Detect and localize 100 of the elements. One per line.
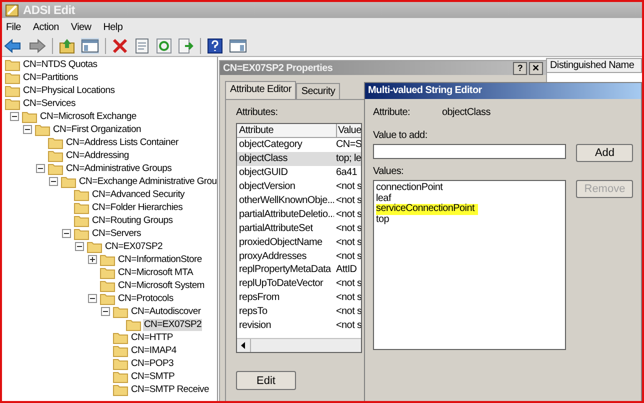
attribute-name: objectClass <box>238 153 288 164</box>
expand-toggle[interactable] <box>88 294 100 303</box>
expand-toggle[interactable] <box>88 255 100 264</box>
attribute-value: 6a41 <box>335 167 358 178</box>
attribute-row[interactable]: replPropertyMetaData AttID <box>237 263 361 277</box>
tree-item[interactable]: CN=Physical Locations <box>22 84 116 96</box>
tab[interactable]: Security <box>296 83 340 99</box>
tree-item[interactable]: CN=IMAP4 <box>130 344 178 356</box>
action-pane-icon[interactable] <box>229 38 247 54</box>
expand-toggle[interactable] <box>23 125 35 134</box>
value-to-add-label: Value to add: <box>373 130 428 141</box>
close-button[interactable]: ✕ <box>529 62 543 74</box>
attribute-row[interactable]: repsFrom <not s <box>237 290 361 305</box>
attribute-name: replPropertyMetaData <box>238 264 332 276</box>
attribute-name: objectGUID <box>238 167 289 178</box>
tree-item[interactable]: CN=SMTP Receive <box>130 384 210 396</box>
folder-icon <box>113 332 128 344</box>
attribute-name: revision <box>238 320 272 332</box>
folder-up-icon[interactable] <box>59 38 75 54</box>
folder-icon <box>74 228 89 240</box>
folder-icon <box>100 292 115 304</box>
value-item[interactable]: connectionPoint <box>376 183 447 194</box>
edit-button[interactable]: Edit <box>236 371 296 390</box>
folder-icon <box>74 202 89 214</box>
tree-item[interactable]: CN=Microsoft Exchange <box>39 110 138 122</box>
tab[interactable]: Attribute Editor <box>225 81 296 99</box>
export-list-icon[interactable] <box>178 38 194 54</box>
help-icon[interactable] <box>207 38 223 54</box>
menu-item[interactable]: File <box>6 22 21 32</box>
attribute-value: <not s <box>335 236 361 248</box>
attribute-value: <not s <box>335 250 361 262</box>
tree-item[interactable]: CN=Autodiscover <box>130 306 202 318</box>
tree-item[interactable]: CN=Folder Hierarchies <box>91 202 184 214</box>
attribute-row[interactable]: partialAttributeDeletio...<not s <box>237 207 361 222</box>
refresh-icon[interactable] <box>156 38 172 54</box>
tree-item[interactable]: CN=Microsoft MTA <box>117 266 194 278</box>
attribute-row[interactable]: objectClass top; le <box>237 152 361 166</box>
tree-item[interactable]: CN=Services <box>22 98 76 110</box>
add-button[interactable]: Add <box>576 144 633 162</box>
attribute-value: <not s <box>335 292 361 304</box>
attribute-row[interactable]: otherWellKnownObje...<not s <box>237 194 361 208</box>
attribute-row[interactable]: replUpToDateVector <not s <box>237 276 361 291</box>
value-item[interactable]: serviceConnectionPoint <box>376 204 478 214</box>
tree-item[interactable]: CN=Routing Groups <box>91 214 174 226</box>
menu-item[interactable]: Action <box>32 22 59 32</box>
tree-item[interactable]: CN=SMTP <box>130 370 176 382</box>
expand-toggle[interactable] <box>75 242 87 251</box>
attribute-row[interactable]: objectCategory CN=S <box>237 138 361 152</box>
tree-item[interactable]: CN=EX07SP2 <box>143 318 202 330</box>
column-header[interactable]: Distinguished Name <box>546 58 642 73</box>
tree-item[interactable]: CN=Address Lists Container <box>65 136 180 148</box>
menu-item[interactable]: Help <box>103 22 123 32</box>
column-header[interactable]: Value <box>337 124 361 137</box>
delete-icon[interactable] <box>112 38 128 54</box>
folder-icon <box>48 150 63 162</box>
tree-item[interactable]: CN=NTDS Quotas <box>22 58 98 70</box>
tree-item[interactable]: CN=Administrative Groups <box>65 162 173 174</box>
value-input-field[interactable] <box>373 144 566 159</box>
attribute-name: objectCategory <box>238 139 304 150</box>
attribute-row[interactable]: partialAttributeSet <not s <box>237 221 361 236</box>
attribute-row[interactable]: revision <not s <box>237 318 361 332</box>
folder-icon <box>126 318 141 330</box>
attributes-label: Attributes: <box>236 107 278 118</box>
attribute-row[interactable]: repsTo <not s <box>237 304 361 319</box>
tree-item[interactable]: CN=InformationStore <box>117 254 203 266</box>
tree-item[interactable]: CN=POP3 <box>130 358 175 370</box>
folder-icon <box>22 110 37 122</box>
tree-item[interactable]: CN=EX07SP2 <box>104 240 164 252</box>
attribute-row[interactable]: objectGUID 6a41 <box>237 166 361 180</box>
attribute-row[interactable]: proxyAddresses <not s <box>237 249 361 264</box>
tree-item[interactable]: CN=HTTP <box>130 332 174 344</box>
properties-icon[interactable] <box>134 38 150 54</box>
forward-arrow-icon[interactable] <box>28 38 46 54</box>
tree-item[interactable]: CN=Protocols <box>117 292 174 304</box>
help-button[interactable]: ? <box>513 62 527 74</box>
tree-item[interactable]: CN=Partitions <box>22 72 79 84</box>
value-item[interactable]: top <box>376 214 394 225</box>
menu-item[interactable]: View <box>70 22 92 32</box>
tree-item[interactable]: CN=First Organization <box>52 124 142 136</box>
folder-icon <box>113 384 128 396</box>
folder-icon <box>87 240 102 252</box>
column-header[interactable]: Attribute <box>237 124 337 137</box>
attribute-value: <not s <box>335 306 361 318</box>
attribute-row[interactable]: objectVersion <not s <box>237 180 361 194</box>
expand-toggle[interactable] <box>101 307 113 316</box>
back-arrow-icon[interactable] <box>4 38 22 54</box>
tree-item[interactable]: CN=Addressing <box>65 150 130 162</box>
tree-item[interactable]: CN=Advanced Security <box>91 188 186 200</box>
tree-item[interactable]: CN=Microsoft System <box>117 280 206 292</box>
console-tree-icon[interactable] <box>81 38 99 54</box>
horizontal-scrollbar[interactable] <box>237 338 361 352</box>
tree-item[interactable]: CN=Servers <box>91 228 142 240</box>
expand-toggle[interactable] <box>36 164 48 173</box>
attribute-row[interactable]: proxiedObjectName <not s <box>237 235 361 250</box>
tree-item[interactable]: CN=Exchange Administrative Grou <box>78 176 217 188</box>
expand-toggle[interactable] <box>62 229 74 238</box>
value-item[interactable]: leaf <box>376 194 395 204</box>
expand-toggle[interactable] <box>49 177 61 186</box>
expand-toggle[interactable] <box>10 112 22 121</box>
app-icon <box>5 3 19 17</box>
